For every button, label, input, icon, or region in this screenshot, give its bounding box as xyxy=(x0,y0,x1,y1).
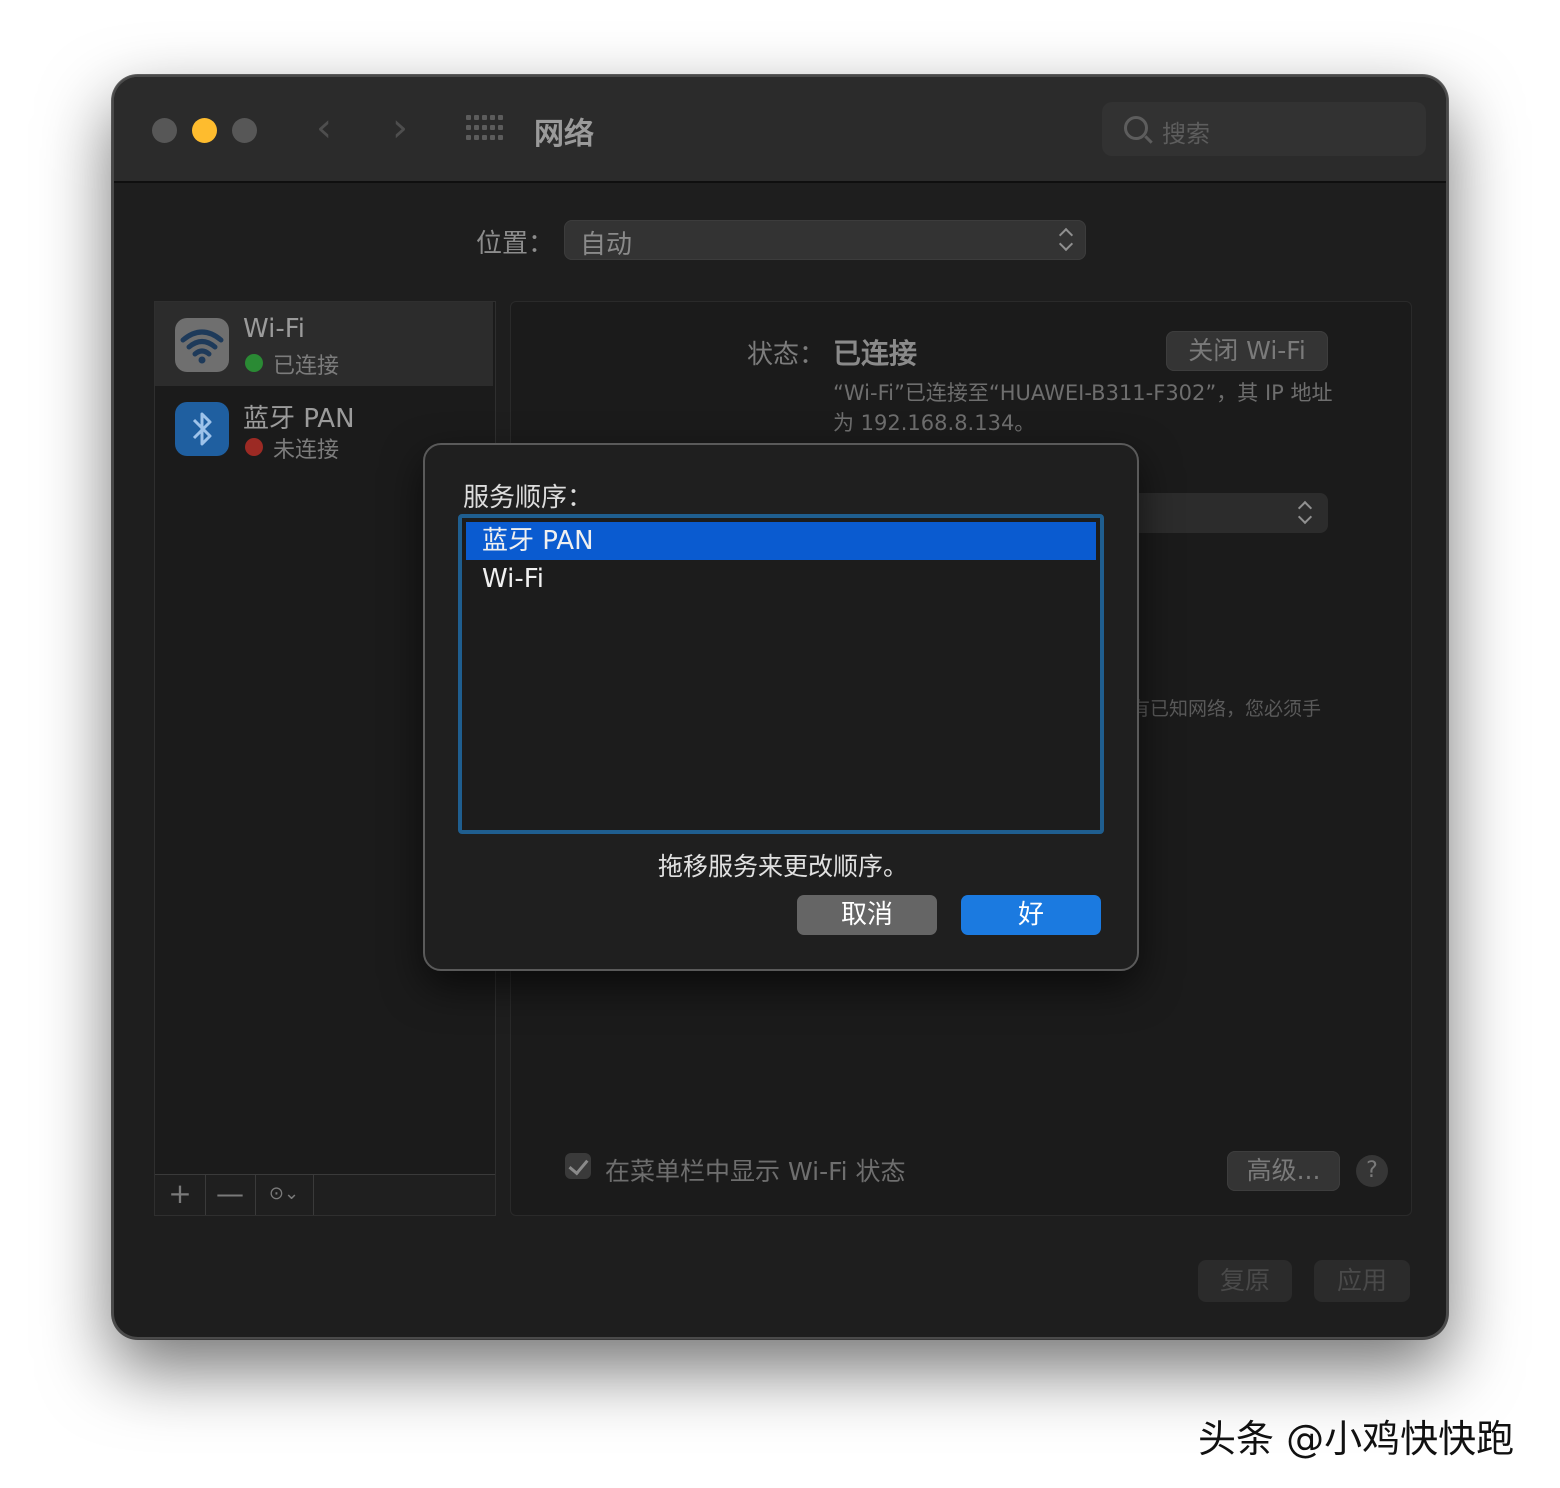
status-disconnected-dot xyxy=(245,438,263,456)
add-service-button[interactable]: + xyxy=(155,1175,206,1215)
status-label: 状态： xyxy=(747,340,826,370)
service-name: Wi-Fi xyxy=(243,314,306,344)
watermark: 头条 @小鸡快快跑 xyxy=(1198,1417,1515,1461)
join-hint-text: 有已知网络，您必须手 xyxy=(1131,698,1322,720)
connection-description: “Wi-Fi”已连接至“HUAWEI-B311-F302”，其 IP 地址为 1… xyxy=(833,381,1333,435)
dialog-title: 服务顺序： xyxy=(463,483,594,513)
stepper-chevron-icon xyxy=(1297,500,1313,526)
service-name: 蓝牙 PAN xyxy=(243,404,355,434)
close-button[interactable] xyxy=(152,118,177,143)
status-connected-dot xyxy=(245,354,263,372)
status-value: 已连接 xyxy=(833,337,918,370)
location-value: 自动 xyxy=(580,230,633,260)
window-title: 网络 xyxy=(534,117,594,152)
service-order-list[interactable]: 蓝牙 PAN Wi-Fi xyxy=(458,514,1104,834)
service-status: 已连接 xyxy=(243,348,339,380)
turn-off-wifi-button[interactable]: 关闭 Wi-Fi xyxy=(1166,331,1328,371)
advanced-button[interactable]: 高级... xyxy=(1227,1151,1340,1191)
action-menu-button[interactable]: ⊙⌄ xyxy=(255,1175,314,1215)
search-field[interactable]: 搜索 xyxy=(1102,102,1426,156)
show-in-menubar-label: 在菜单栏中显示 Wi-Fi 状态 xyxy=(605,1157,906,1186)
minimize-button[interactable] xyxy=(192,118,217,143)
remove-service-button[interactable]: — xyxy=(205,1175,256,1215)
show-in-menubar-checkbox[interactable] xyxy=(565,1153,591,1179)
service-status: 未连接 xyxy=(243,432,339,464)
title-bar: ‹ › 网络 搜索 xyxy=(114,77,1446,183)
cancel-button[interactable]: 取消 xyxy=(797,895,937,935)
help-button[interactable]: ? xyxy=(1356,1155,1388,1187)
show-all-grid-icon[interactable] xyxy=(466,115,504,143)
wifi-icon xyxy=(175,318,229,372)
order-item-wifi[interactable]: Wi-Fi xyxy=(466,560,1096,598)
service-order-dialog: 服务顺序： 蓝牙 PAN Wi-Fi 拖移服务来更改顺序。 取消 好 xyxy=(423,443,1139,971)
stepper-chevron-icon xyxy=(1058,227,1074,253)
revert-button[interactable]: 复原 xyxy=(1198,1260,1292,1302)
ok-button[interactable]: 好 xyxy=(961,895,1101,935)
zoom-button[interactable] xyxy=(232,118,257,143)
location-select[interactable]: 自动 xyxy=(564,220,1086,260)
network-name-select[interactable] xyxy=(1131,493,1328,533)
service-item-wifi[interactable]: Wi-Fi 已连接 xyxy=(155,302,493,386)
forward-arrow-icon[interactable]: › xyxy=(392,105,408,151)
bluetooth-icon xyxy=(175,402,229,456)
location-label: 位置： xyxy=(476,229,555,259)
dialog-hint: 拖移服务来更改顺序。 xyxy=(657,852,908,881)
order-item-bluetooth-pan[interactable]: 蓝牙 PAN xyxy=(466,522,1096,560)
apply-button[interactable]: 应用 xyxy=(1314,1260,1410,1302)
search-icon xyxy=(1124,116,1148,140)
back-arrow-icon[interactable]: ‹ xyxy=(316,105,332,151)
search-placeholder: 搜索 xyxy=(1162,120,1210,148)
service-list-toolbar: + — ⊙⌄ xyxy=(155,1174,495,1215)
